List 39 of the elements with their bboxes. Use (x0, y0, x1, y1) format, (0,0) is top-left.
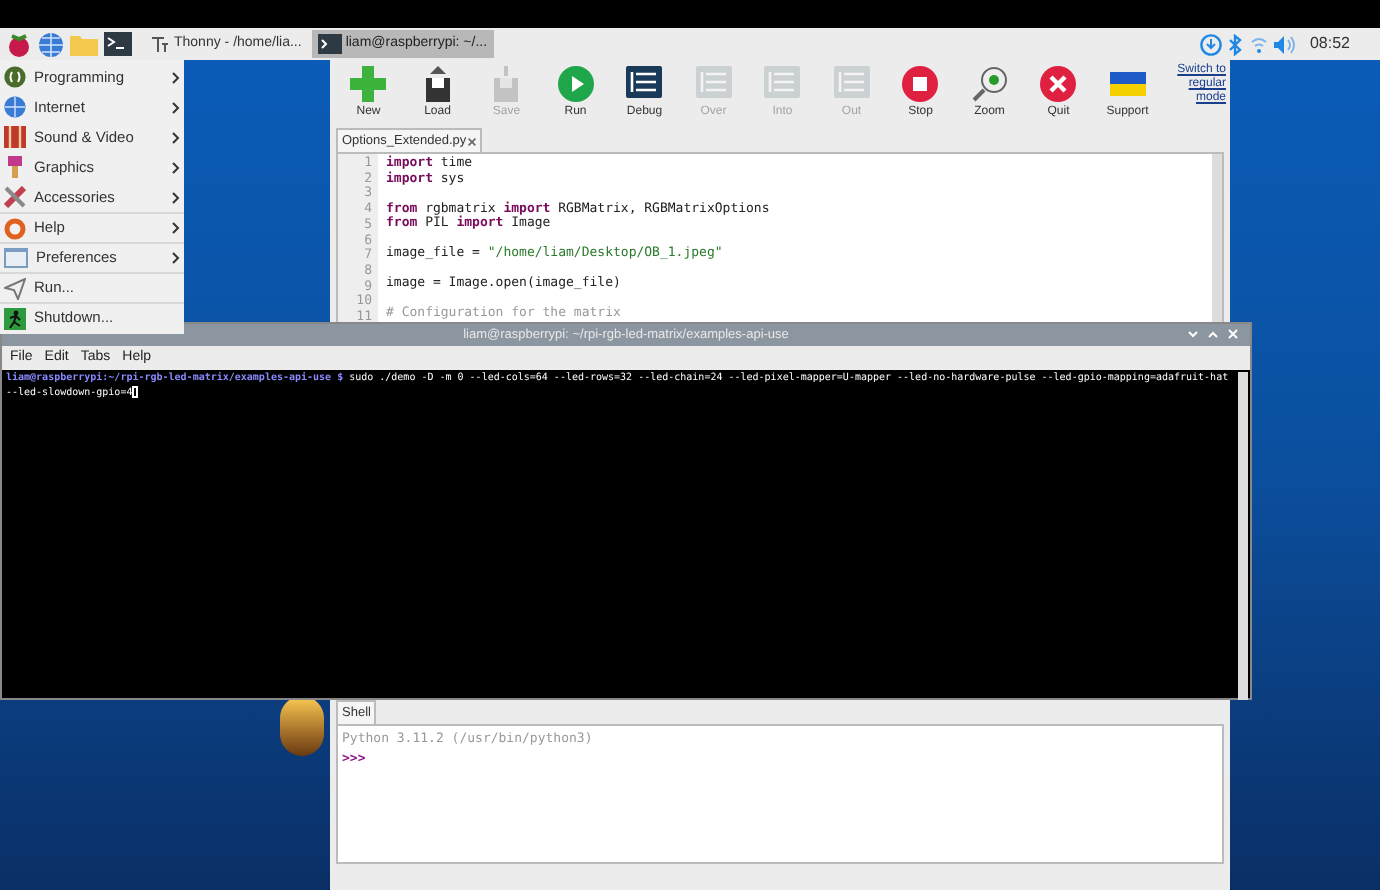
bluetooth-icon[interactable] (1227, 33, 1244, 55)
code-editor[interactable] (336, 152, 1224, 324)
globe-icon[interactable] (38, 31, 64, 57)
list-icon (695, 66, 732, 102)
list-icon (626, 66, 663, 102)
code-braces-icon (4, 66, 26, 88)
chevron-right-icon (172, 101, 180, 113)
clock[interactable]: 08:52 (1309, 32, 1350, 56)
terminal-icon (317, 34, 342, 54)
paint-icon (4, 156, 26, 178)
close-icon[interactable] (468, 137, 477, 145)
scrollbar[interactable] (1212, 154, 1222, 322)
play-icon (557, 66, 594, 102)
volume-icon[interactable] (1273, 35, 1296, 53)
tools-icon (4, 186, 26, 208)
cursor (132, 386, 139, 398)
chevron-right-icon (172, 161, 180, 173)
terminal-icon[interactable] (104, 32, 132, 56)
download-icon[interactable] (1199, 33, 1222, 55)
plus-icon (350, 66, 387, 102)
close-icon (1040, 66, 1077, 102)
flag-icon (1109, 66, 1146, 102)
globe-icon (4, 96, 26, 118)
chevron-right-icon (172, 71, 180, 83)
zoom-icon (971, 66, 1008, 102)
wifi-icon[interactable] (1249, 35, 1268, 53)
list-icon (764, 66, 801, 102)
film-icon (4, 126, 26, 148)
chevron-right-icon (172, 131, 180, 143)
raspberry-icon[interactable] (6, 31, 32, 57)
stop-icon (902, 66, 939, 102)
chevron-right-icon (172, 252, 180, 264)
list-icon (833, 66, 870, 102)
running-man-icon (4, 307, 26, 329)
chevron-right-icon (172, 222, 180, 234)
scrollbar[interactable] (1238, 372, 1248, 700)
lifebuoy-icon (4, 217, 26, 239)
chevron-right-icon (172, 191, 180, 203)
paper-plane-icon (4, 277, 26, 299)
